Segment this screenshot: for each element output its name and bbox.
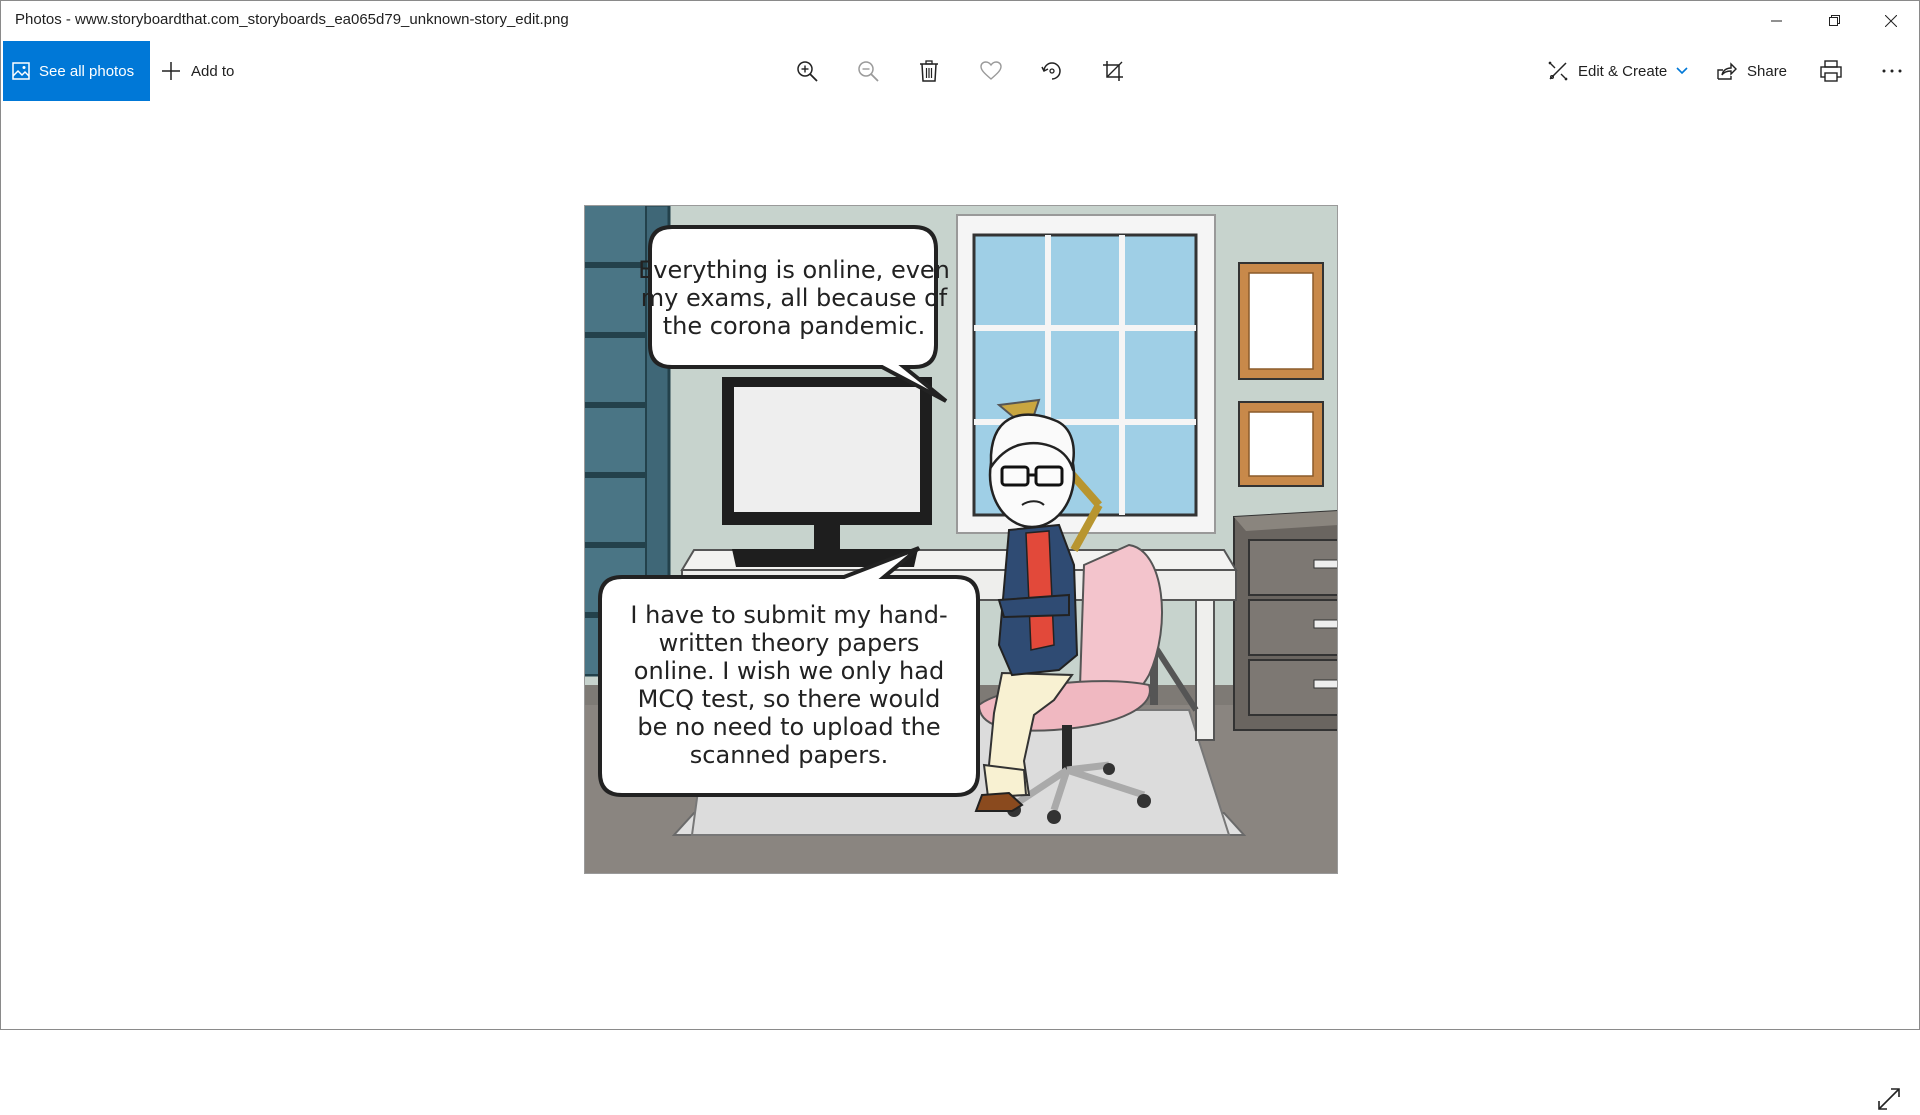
- edit-create-icon: [1548, 61, 1568, 81]
- zoom-out-button[interactable]: [852, 55, 884, 87]
- more-button[interactable]: [1876, 55, 1908, 87]
- photo-viewer: Everything is online, even my exams, all…: [1, 101, 1919, 1110]
- delete-icon: [920, 60, 938, 82]
- window-title: Photos - www.storyboardthat.com_storyboa…: [15, 11, 569, 28]
- bubble-top-line-1: Everything is online, even: [638, 256, 950, 284]
- photos-icon: [12, 62, 30, 80]
- see-all-photos-label: See all photos: [39, 62, 135, 80]
- add-to-label: Add to: [191, 62, 235, 80]
- restore-button[interactable]: [1807, 1, 1863, 41]
- add-to-button[interactable]: Add to: [161, 41, 234, 101]
- bubble-top-line-3: the corona pandemic.: [663, 312, 926, 340]
- share-icon: [1717, 62, 1737, 80]
- bubble-bottom-line-2: written theory papers: [659, 629, 920, 657]
- favorite-heart-icon: [980, 61, 1002, 80]
- rotate-button[interactable]: [1036, 55, 1068, 87]
- bubble-bottom-line-6: scanned papers.: [690, 741, 888, 769]
- edit-create-button[interactable]: Edit & Create: [1548, 41, 1688, 101]
- crop-button[interactable]: [1097, 55, 1129, 87]
- minimize-icon: [1771, 20, 1782, 22]
- comic-image: Everything is online, even my exams, all…: [584, 205, 1338, 874]
- title-bar: Photos - www.storyboardthat.com_storyboa…: [1, 1, 1919, 41]
- toolbar: See all photos Add to Edit & Create Shar…: [1, 41, 1919, 101]
- print-icon: [1820, 60, 1842, 82]
- zoom-in-icon: [797, 61, 818, 82]
- more-icon: [1882, 69, 1902, 73]
- edit-create-label: Edit & Create: [1578, 62, 1668, 80]
- bubble-bottom-line-4: MCQ test, so there would: [638, 685, 941, 713]
- share-button[interactable]: Share: [1717, 41, 1787, 101]
- zoom-in-button[interactable]: [791, 55, 823, 87]
- crop-icon: [1103, 61, 1123, 81]
- close-button[interactable]: [1863, 1, 1919, 41]
- see-all-photos-button[interactable]: See all photos: [3, 41, 150, 101]
- minimize-button[interactable]: [1749, 1, 1805, 41]
- bubble-bottom-line-5: be no need to upload the: [637, 713, 940, 741]
- chevron-down-icon: [1676, 67, 1688, 75]
- delete-button[interactable]: [913, 55, 945, 87]
- expand-icon: [1878, 1088, 1900, 1110]
- zoom-out-icon: [858, 61, 879, 82]
- restore-icon: [1829, 15, 1840, 26]
- share-label: Share: [1747, 62, 1788, 80]
- bubble-bottom-line-1: I have to submit my hand-: [630, 601, 947, 629]
- bubble-top-line-2: my exams, all because of: [641, 284, 948, 312]
- full-screen-button[interactable]: [1873, 1083, 1905, 1115]
- plus-icon: [162, 62, 180, 80]
- favorite-button[interactable]: [975, 55, 1007, 87]
- rotate-icon: [1041, 62, 1061, 80]
- bubble-bottom-line-3: online. I wish we only had: [634, 657, 944, 685]
- close-icon: [1885, 15, 1897, 27]
- print-button[interactable]: [1815, 55, 1847, 87]
